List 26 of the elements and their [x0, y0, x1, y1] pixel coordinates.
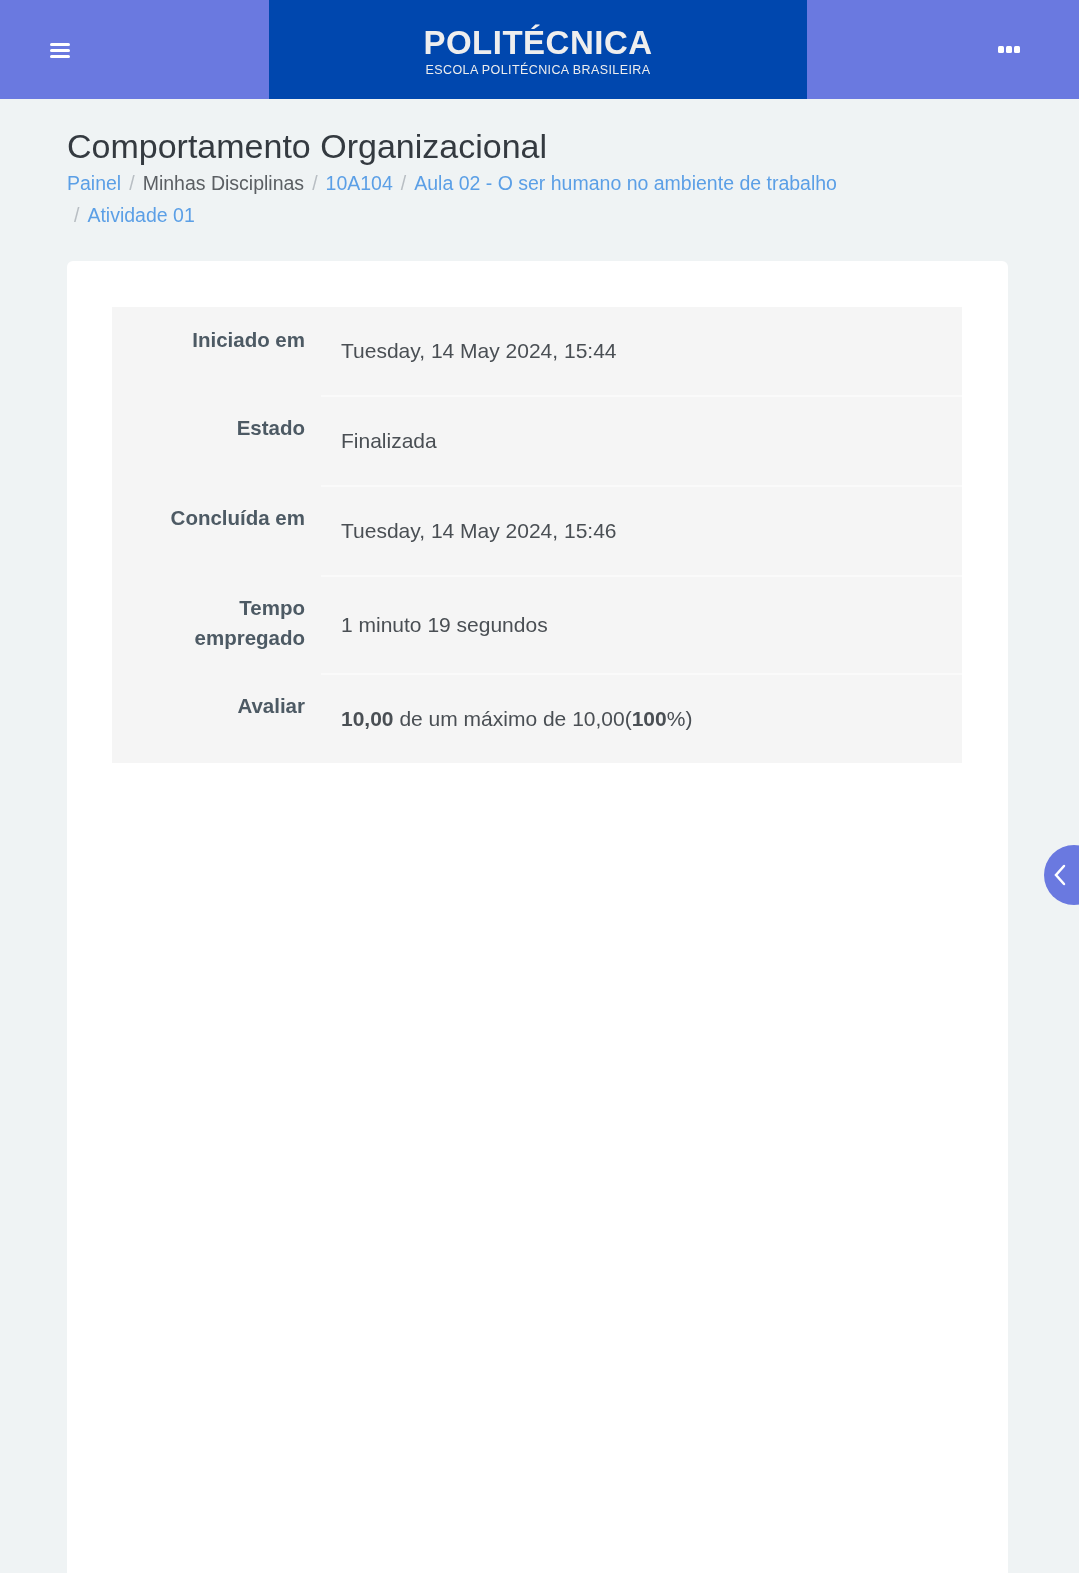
logo-title: POLITÉCNICA [423, 26, 653, 60]
breadcrumb-item: Minhas Disciplinas [142, 172, 305, 194]
row-value: 10,00 de um máximo de 10,00(100%) [321, 673, 962, 763]
breadcrumb-separator: / [312, 172, 318, 194]
logo-subtitle: ESCOLA POLITÉCNICA BRASILEIRA [424, 63, 652, 77]
row-label: Concluída em [112, 485, 321, 575]
page-title: Comportamento Organizacional [67, 126, 549, 167]
breadcrumb-link[interactable]: 10A104 [325, 172, 393, 194]
row-value: Finalizada [321, 395, 962, 485]
menu-icon [50, 41, 70, 58]
row-label: Iniciado em [112, 307, 321, 395]
row-label: Avaliar [112, 673, 321, 763]
row-label: Estado [112, 395, 321, 485]
logo[interactable]: POLITÉCNICA ESCOLA POLITÉCNICA BRASILEIRA [423, 22, 653, 77]
breadcrumb-link[interactable]: Aula 02 - O ser humano no ambiente de trabalho [414, 172, 837, 194]
breadcrumb-link[interactable]: Atividade 01 [87, 204, 195, 226]
more-icon [998, 45, 1020, 54]
breadcrumb-separator: / [400, 172, 407, 194]
row-value: Tuesday, 14 May 2024, 15:46 [321, 485, 962, 575]
row-value: Tuesday, 14 May 2024, 15:44 [321, 307, 962, 395]
breadcrumb-separator: / [74, 204, 80, 226]
breadcrumb-separator: / [129, 172, 135, 194]
row-label: Tempo empregado [112, 575, 321, 673]
breadcrumb-link[interactable]: Painel [67, 172, 122, 194]
chevron-left-icon [1054, 864, 1066, 886]
row-value: 1 minuto 19 segundos [321, 575, 962, 673]
